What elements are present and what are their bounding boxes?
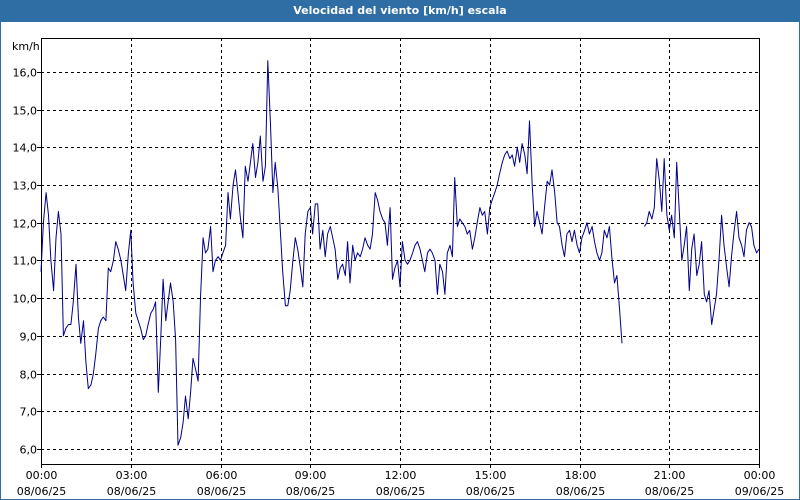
y-tick-label: 12,0 <box>13 218 38 231</box>
wind-speed-chart: 6,0 7,0 8,0 9,0 10,0 11,0 12,0 13,0 14,0 15,0 16,0… <box>12 38 784 498</box>
x-tick-date-label: 08/06/25 <box>286 485 335 498</box>
x-tick-time-label: 03:00 <box>116 469 148 482</box>
x-tick-time-label: 06:00 <box>206 469 238 482</box>
y-tick-label: 11,0 <box>13 255 38 268</box>
x-tick-date-label: 08/06/25 <box>17 485 66 498</box>
x-tick-time-label: 12:00 <box>385 469 417 482</box>
x-tick-time-label: 09:00 <box>295 469 327 482</box>
y-tick-label: 13,0 <box>13 180 38 193</box>
y-axis-unit-label: km/h <box>12 40 40 53</box>
y-tick-label: 14,0 <box>13 142 38 155</box>
series-line-segment <box>643 158 760 325</box>
x-tick-date-label: 09/06/25 <box>735 485 784 498</box>
y-tick-label: 6,0 <box>20 444 38 457</box>
series-line-segment <box>40 60 623 446</box>
y-tick-label: 10,0 <box>13 293 38 306</box>
x-tick-date-label: 08/06/25 <box>466 485 515 498</box>
x-tick-date-label: 08/06/25 <box>556 485 605 498</box>
y-tick-label: 8,0 <box>20 369 38 382</box>
x-tick-date-label: 08/06/25 <box>197 485 246 498</box>
x-axis: 00:00 08/06/25 03:00 08/06/25 06:00 08/06/25 0… <box>17 464 784 498</box>
x-tick-date-label: 08/06/25 <box>107 485 156 498</box>
y-tick-label: 7,0 <box>20 406 38 419</box>
x-tick-time-label: 00:00 <box>744 469 776 482</box>
y-tick-label: 16,0 <box>13 67 38 80</box>
y-axis: 6,0 7,0 8,0 9,0 10,0 11,0 12,0 13,0 14,0 15,0 16,0 <box>13 67 41 457</box>
y-tick-label: 15,0 <box>13 105 38 118</box>
x-tick-time-label: 21:00 <box>654 469 686 482</box>
x-tick-time-label: 18:00 <box>565 469 597 482</box>
x-tick-date-label: 08/06/25 <box>376 485 425 498</box>
x-tick-time-label: 15:00 <box>475 469 507 482</box>
y-tick-label: 9,0 <box>20 331 38 344</box>
x-tick-date-label: 08/06/25 <box>645 485 694 498</box>
x-tick-time-label: 00:00 <box>26 469 58 482</box>
grid <box>41 38 759 464</box>
